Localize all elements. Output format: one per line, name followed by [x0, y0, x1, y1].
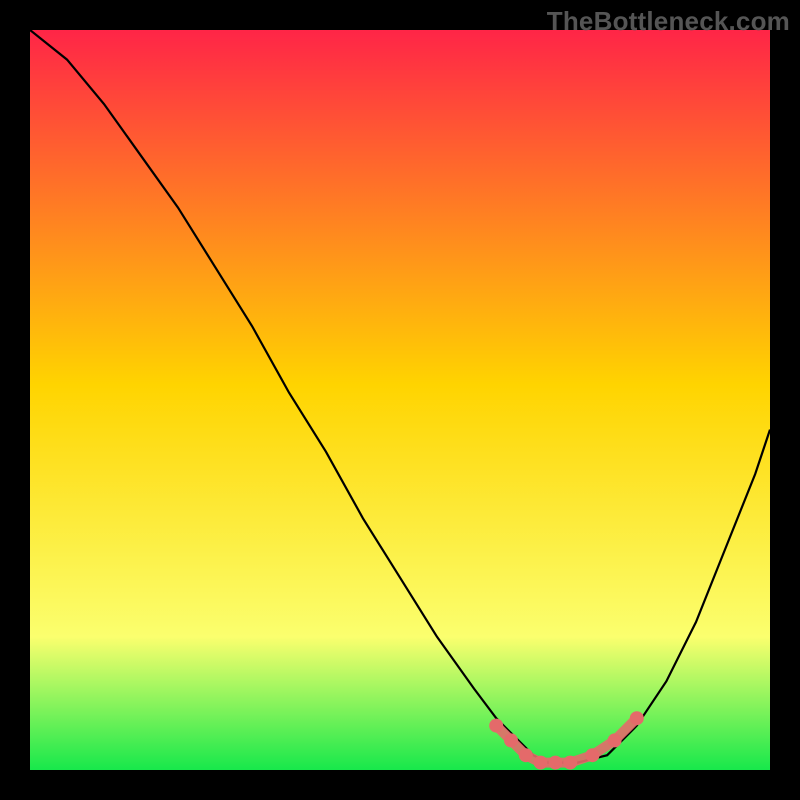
optimal-marker: [519, 748, 533, 762]
optimal-marker: [534, 756, 548, 770]
optimal-marker: [548, 756, 562, 770]
optimal-marker: [563, 756, 577, 770]
optimal-marker: [608, 733, 622, 747]
optimal-marker: [489, 719, 503, 733]
optimal-marker: [504, 733, 518, 747]
bottleneck-plot: [30, 30, 770, 770]
plot-area: [30, 30, 770, 770]
optimal-marker: [630, 711, 644, 725]
chart-frame: TheBottleneck.com: [0, 0, 800, 800]
optimal-marker: [585, 748, 599, 762]
watermark-text: TheBottleneck.com: [547, 6, 790, 37]
gradient-background: [30, 30, 770, 770]
